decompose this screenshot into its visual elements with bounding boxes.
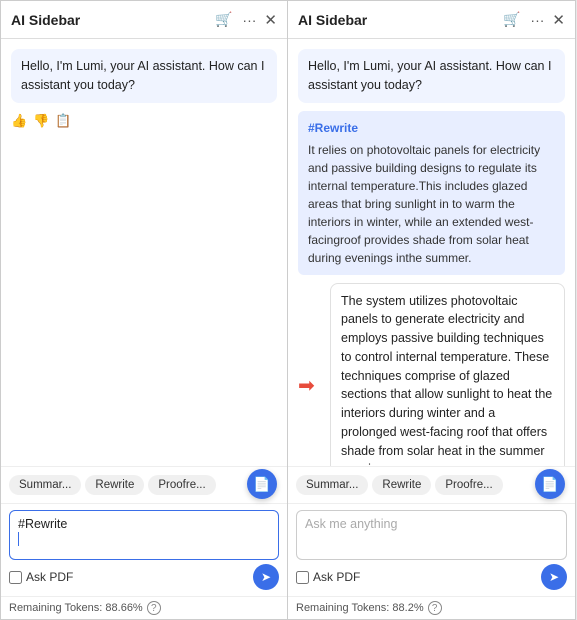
left-send-btn[interactable]: ➤	[253, 564, 279, 590]
left-panel: AI Sidebar 🛒 ··· ✕ Hello, I'm Lumi, your…	[0, 0, 288, 620]
left-input-value: #Rewrite	[18, 517, 67, 531]
right-send-icon: ➤	[549, 570, 559, 584]
left-panel-header: AI Sidebar 🛒 ··· ✕	[1, 1, 287, 39]
arrow-icon: ➡	[298, 373, 322, 398]
left-greeting-bubble: Hello, I'm Lumi, your AI assistant. How …	[11, 49, 277, 103]
right-tokens-bar: Remaining Tokens: 88.2% ?	[288, 596, 575, 619]
arrow-row: ➡ The system utilizes photovoltaic panel…	[298, 283, 565, 467]
rewrite-tag: #Rewrite	[308, 119, 555, 137]
left-chat-area: Hello, I'm Lumi, your AI assistant. How …	[1, 39, 287, 466]
summary-btn-left[interactable]: Summar...	[9, 475, 81, 495]
right-send-btn[interactable]: ➤	[541, 564, 567, 590]
left-input-area: #Rewrite Ask PDF ➤	[1, 503, 287, 596]
response-text: The system utilizes photovoltaic panels …	[341, 294, 552, 467]
thumbsdown-icon-left[interactable]: 👎	[33, 113, 49, 129]
left-panel-title: AI Sidebar	[11, 12, 207, 28]
more-icon-left[interactable]: ···	[240, 10, 258, 30]
left-send-icon: ➤	[261, 570, 271, 584]
right-panel: AI Sidebar 🛒 ··· ✕ Hello, I'm Lumi, your…	[288, 0, 576, 620]
thumbsup-icon-left[interactable]: 👍	[11, 113, 27, 129]
proofread-btn-left[interactable]: Proofre...	[148, 475, 215, 495]
close-btn-right[interactable]: ✕	[552, 11, 565, 29]
rewrite-block: #Rewrite It relies on photovoltaic panel…	[298, 111, 565, 275]
right-greeting-text: Hello, I'm Lumi, your AI assistant. How …	[308, 59, 551, 92]
right-panel-title: AI Sidebar	[298, 12, 495, 28]
left-quick-actions: Summar... Rewrite Proofre... ⋮	[1, 466, 287, 503]
response-bubble: The system utilizes photovoltaic panels …	[330, 283, 565, 467]
right-help-icon[interactable]: ?	[428, 601, 442, 615]
rewrite-btn-left[interactable]: Rewrite	[85, 475, 144, 495]
left-input-footer: Ask PDF ➤	[9, 564, 279, 590]
right-ask-pdf-checkbox[interactable]	[296, 571, 309, 584]
right-quick-actions: Summar... Rewrite Proofre... ⋮	[288, 466, 575, 503]
right-chat-area: Hello, I'm Lumi, your AI assistant. How …	[288, 39, 575, 466]
right-input-box[interactable]: Ask me anything	[296, 510, 567, 560]
proofread-btn-right[interactable]: Proofre...	[435, 475, 502, 495]
left-cursor	[18, 532, 19, 546]
close-btn-left[interactable]: ✕	[264, 11, 277, 29]
left-reaction-bar: 👍 👎 📋	[11, 111, 277, 131]
right-input-footer: Ask PDF ➤	[296, 564, 567, 590]
more-icon-right[interactable]: ···	[528, 10, 546, 30]
left-ask-pdf-label[interactable]: Ask PDF	[9, 570, 73, 584]
right-input-placeholder: Ask me anything	[305, 517, 397, 531]
copy-icon-left[interactable]: 📋	[55, 113, 71, 129]
left-greeting-text: Hello, I'm Lumi, your AI assistant. How …	[21, 59, 264, 92]
left-tokens-bar: Remaining Tokens: 88.66% ?	[1, 596, 287, 619]
doc-btn-left[interactable]: 📄	[247, 469, 277, 499]
right-tokens-text: Remaining Tokens: 88.2%	[296, 602, 424, 614]
doc-btn-right[interactable]: 📄	[535, 469, 565, 499]
cart-icon-left[interactable]: 🛒	[213, 9, 234, 30]
right-ask-pdf-label[interactable]: Ask PDF	[296, 570, 360, 584]
left-ask-pdf-checkbox[interactable]	[9, 571, 22, 584]
rewrite-original-text: It relies on photovoltaic panels for ele…	[308, 143, 540, 265]
left-input-box[interactable]: #Rewrite	[9, 510, 279, 560]
right-input-area: Ask me anything Ask PDF ➤	[288, 503, 575, 596]
right-greeting-bubble: Hello, I'm Lumi, your AI assistant. How …	[298, 49, 565, 103]
summary-btn-right[interactable]: Summar...	[296, 475, 368, 495]
rewrite-btn-right[interactable]: Rewrite	[372, 475, 431, 495]
right-panel-header: AI Sidebar 🛒 ··· ✕	[288, 1, 575, 39]
left-help-icon[interactable]: ?	[147, 601, 161, 615]
left-tokens-text: Remaining Tokens: 88.66%	[9, 602, 143, 614]
cart-icon-right[interactable]: 🛒	[501, 9, 522, 30]
